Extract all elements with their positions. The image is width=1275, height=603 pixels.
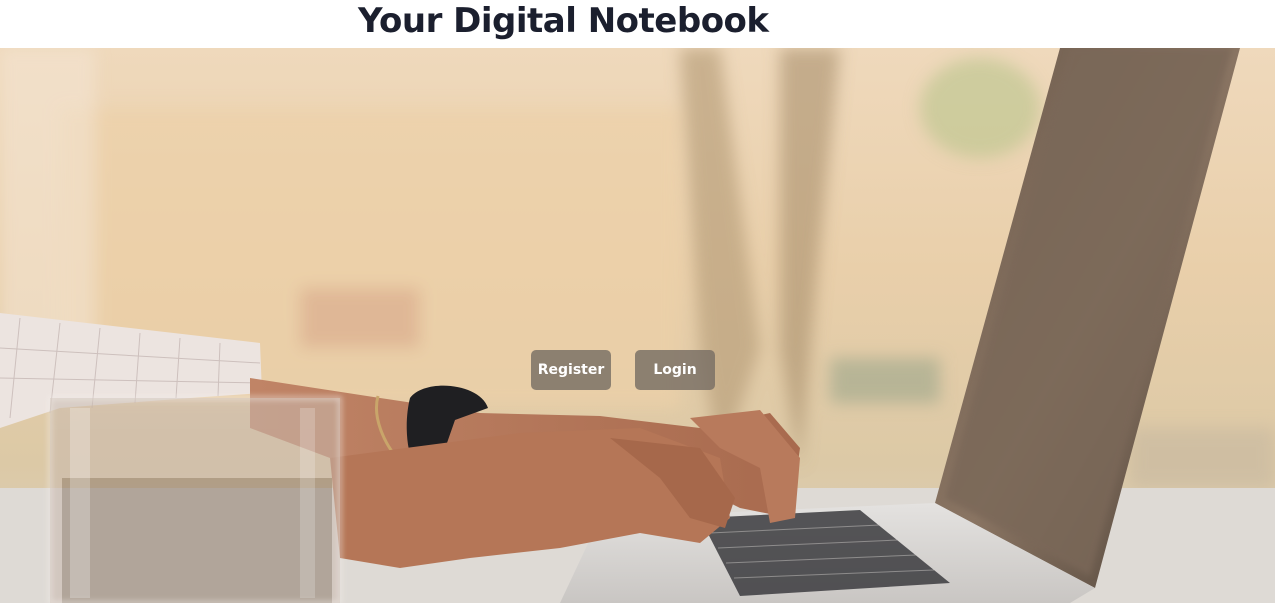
login-button[interactable]: Login: [635, 350, 715, 390]
page-title: Your Digital Notebook: [358, 1, 769, 41]
hero-section: Register Login: [0, 48, 1275, 603]
hero-background-image: [0, 48, 1275, 603]
register-button[interactable]: Register: [531, 350, 611, 390]
page-header: Your Digital Notebook: [0, 0, 1275, 48]
